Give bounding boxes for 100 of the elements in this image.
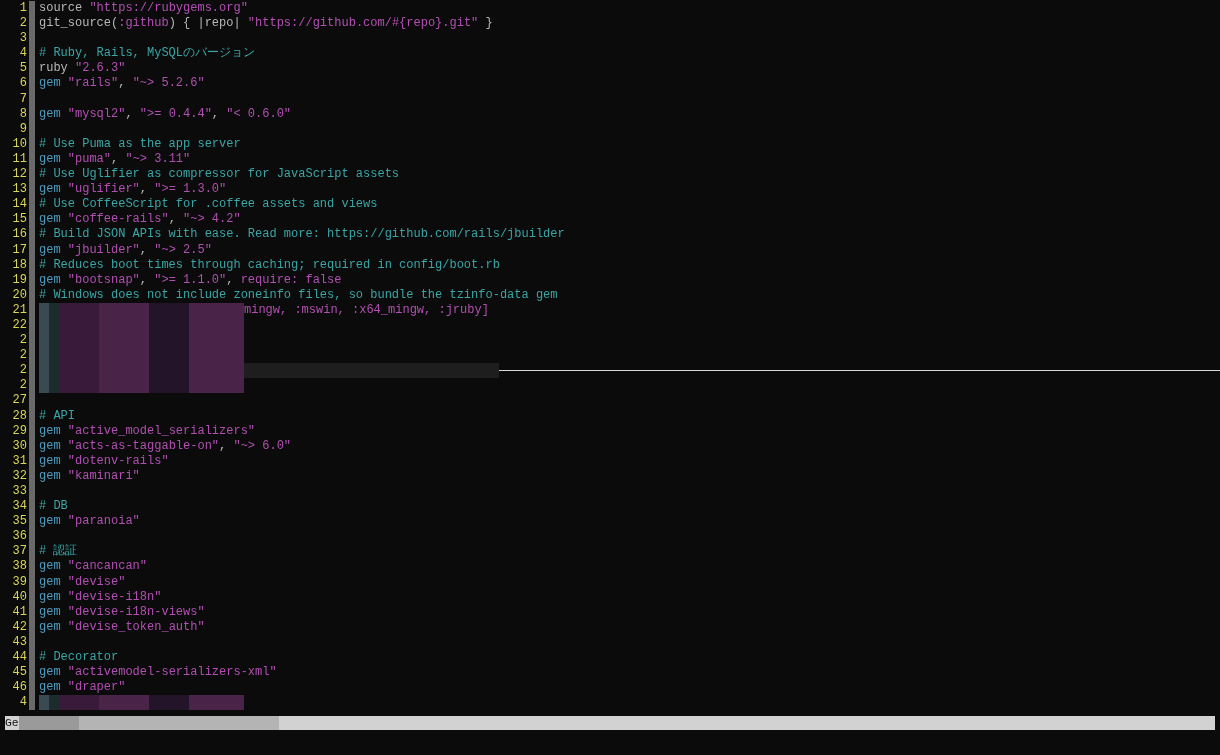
string-literal: "mysql2" xyxy=(67,106,126,122)
code-text: , xyxy=(111,151,120,168)
code-comment: # Build JSON APIs with ease. Read more: https://github.com/rails/jbuilder xyxy=(39,227,565,243)
keyword: gem xyxy=(39,665,62,681)
code-text: , xyxy=(226,272,235,288)
string-literal: "paranoia" xyxy=(67,514,140,530)
string-literal: "https://rubygems.org" xyxy=(89,1,248,17)
keyword: gem xyxy=(39,468,62,484)
line-number: 27 xyxy=(11,393,28,409)
string-literal: "~> 3.11" xyxy=(125,151,191,168)
code-text: ) { |repo| xyxy=(168,16,242,32)
line-number: 8 xyxy=(18,106,28,122)
line-number: 42 xyxy=(11,619,28,635)
code-text: , xyxy=(139,242,149,258)
string-literal: "devise-i18n" xyxy=(67,589,162,605)
keyword: gem xyxy=(39,76,62,92)
string-literal: "~> 6.0" xyxy=(233,438,292,454)
status-text: Ge xyxy=(5,716,19,731)
line-number: 2 xyxy=(18,378,28,394)
string-literal: "jbuilder" xyxy=(67,242,140,258)
code-comment: # 認証 xyxy=(39,544,78,560)
line-number: 22 xyxy=(11,317,28,334)
line-number: 2 xyxy=(18,348,28,364)
line-number: 9 xyxy=(18,121,28,137)
line-number: 2 xyxy=(18,363,28,379)
code-text: } xyxy=(484,16,493,32)
code-comment: # Reduces boot times through caching; required in config/boot.rb xyxy=(39,257,500,273)
keyword: gem xyxy=(39,574,62,590)
keyword: gem xyxy=(39,182,62,198)
line-number: 4 xyxy=(18,695,28,711)
string-literal: "devise" xyxy=(67,574,126,590)
keyword: gem xyxy=(39,438,62,454)
code-text: , xyxy=(118,76,127,92)
string-literal: "uglifier" xyxy=(67,182,140,198)
line-number: 13 xyxy=(11,182,28,198)
string-literal: "rails" xyxy=(67,76,119,92)
code-text: , xyxy=(168,212,177,228)
line-number: 21 xyxy=(11,302,28,318)
keyword: gem xyxy=(39,106,62,122)
string-literal: "dotenv-rails" xyxy=(67,453,169,469)
code-text: , xyxy=(211,106,221,122)
code-text: , xyxy=(139,272,149,288)
code-text: git_source( xyxy=(39,16,119,32)
string-literal: "2.6.3" xyxy=(75,61,126,77)
line-number: 30 xyxy=(11,438,28,454)
keyword: gem xyxy=(39,453,62,469)
code-comment: # Use CoffeeScript for .coffee assets and views xyxy=(39,197,378,213)
string-literal: "~> 4.2" xyxy=(183,212,241,228)
string-literal: "acts-as-taggable-on" xyxy=(67,438,220,454)
keyword: gem xyxy=(39,680,62,696)
line-number: 11 xyxy=(11,151,28,168)
code-comment: # Decorator xyxy=(39,650,119,666)
code-text: source xyxy=(39,1,84,17)
string-literal: ">= 1.1.0" xyxy=(154,272,227,288)
line-number: 46 xyxy=(11,680,28,696)
line-number: 32 xyxy=(11,468,28,484)
line-number: 16 xyxy=(11,227,28,243)
keyword: gem xyxy=(39,619,62,635)
line-number: 20 xyxy=(11,287,28,303)
code-text: , xyxy=(125,106,134,122)
line-number: 6 xyxy=(18,76,28,92)
line-number: 7 xyxy=(18,91,28,107)
line-number: 39 xyxy=(11,574,28,590)
line-number: 4 xyxy=(18,46,28,62)
line-number: 37 xyxy=(11,544,28,560)
string-literal: mingw, :mswin, :x64_mingw, :jruby] xyxy=(244,302,489,318)
keyword: gem xyxy=(39,212,62,228)
line-number: 12 xyxy=(11,167,28,183)
keyword: gem xyxy=(39,559,62,575)
string-literal: ">= 0.4.4" xyxy=(139,106,212,122)
string-literal: "puma" xyxy=(67,151,112,168)
string-literal: :github xyxy=(118,16,169,32)
line-number: 41 xyxy=(11,604,28,620)
code-comment: # DB xyxy=(39,499,68,515)
keyword: gem xyxy=(39,589,62,605)
line-number: 35 xyxy=(11,514,28,530)
string-literal: ">= 1.3.0" xyxy=(154,182,227,198)
string-literal: "devise_token_auth" xyxy=(67,619,205,635)
string-literal: "kaminari" xyxy=(67,468,140,484)
keyword: gem xyxy=(39,514,62,530)
line-number: 45 xyxy=(11,665,28,681)
line-number: 38 xyxy=(11,559,28,575)
string-literal: "cancancan" xyxy=(67,559,148,575)
code-comment: # Windows does not include zoneinfo files, so bundle the tzinfo-data gem xyxy=(39,287,558,303)
string-literal: "https://github.com/#{repo}.git" xyxy=(247,16,479,32)
code-comment: # API xyxy=(39,408,75,424)
line-number: 29 xyxy=(11,423,28,439)
string-literal: "active_model_serializers" xyxy=(67,423,256,439)
line-number: 19 xyxy=(11,272,28,288)
code-comment: # Use Puma as the app server xyxy=(39,136,241,152)
line-number: 10 xyxy=(11,136,28,152)
line-number: 2 xyxy=(18,333,28,349)
code-text: , xyxy=(219,438,228,454)
string-literal: "~> 5.2.6" xyxy=(132,76,205,92)
string-literal: "draper" xyxy=(67,680,126,696)
line-number: 33 xyxy=(11,484,28,500)
string-literal: "devise-i18n-views" xyxy=(67,604,205,620)
line-number: 34 xyxy=(11,499,28,515)
keyword: gem xyxy=(39,272,62,288)
code-comment: # Ruby, Rails, MySQLのバージョン xyxy=(39,46,256,62)
